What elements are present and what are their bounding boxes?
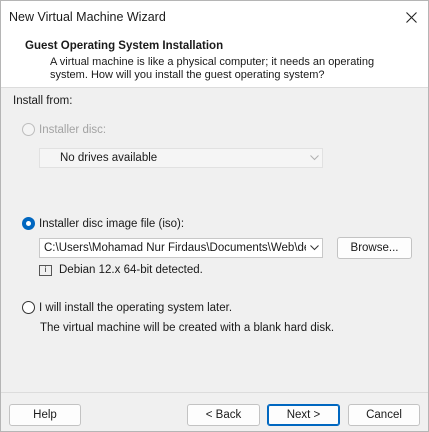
next-button[interactable]: Next > [267,404,340,426]
browse-button[interactable]: Browse... [337,237,412,259]
chevron-down-icon [306,149,322,167]
wizard-header: Guest Operating System Installation A vi… [1,33,428,88]
disc-drive-value: No drives available [60,152,158,164]
back-button[interactable]: < Back [187,404,260,426]
radio-indicator [22,301,35,314]
info-icon: i [39,264,52,276]
iso-image-label: Installer disc image file (iso): [39,217,185,230]
radio-indicator [22,217,35,230]
wizard-window: New Virtual Machine Wizard Guest Operati… [0,0,429,432]
chevron-down-icon[interactable] [306,239,322,257]
detected-text: Debian 12.x 64-bit detected. [59,264,203,276]
iso-path-value: C:\Users\Mohamad Nur Firdaus\Documents\W… [44,242,306,254]
iso-image-radio[interactable]: Installer disc image file (iso): [22,217,184,230]
installer-disc-radio[interactable]: Installer disc: [22,123,106,136]
window-title: New Virtual Machine Wizard [9,10,166,24]
install-from-label: Install from: [13,95,73,107]
install-later-radio[interactable]: I will install the operating system late… [22,301,232,314]
install-later-label: I will install the operating system late… [39,301,233,314]
header-title: Guest Operating System Installation [25,40,224,52]
iso-path-input[interactable]: C:\Users\Mohamad Nur Firdaus\Documents\W… [39,238,323,258]
footer-divider [1,392,428,393]
install-later-description: The virtual machine will be created with… [40,322,335,334]
detected-status: i Debian 12.x 64-bit detected. [39,264,203,276]
help-button[interactable]: Help [9,404,81,426]
disc-drive-dropdown[interactable]: No drives available [39,148,323,168]
close-button[interactable] [394,1,428,33]
title-bar: New Virtual Machine Wizard [1,1,428,33]
header-description: A virtual machine is like a physical com… [50,56,375,81]
radio-indicator [22,123,35,136]
close-icon [405,11,417,23]
cancel-button[interactable]: Cancel [348,404,420,426]
installer-disc-label: Installer disc: [39,123,107,136]
